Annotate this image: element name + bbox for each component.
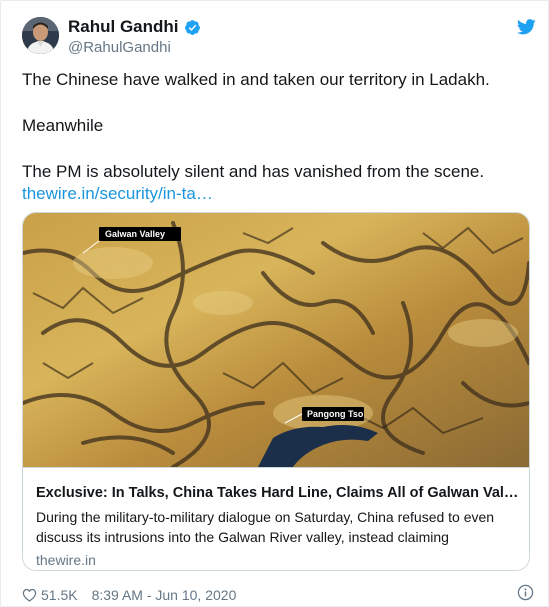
card-domain: thewire.in [36,552,96,568]
info-icon[interactable] [517,584,534,601]
like-count[interactable]: 51.5K [41,587,78,603]
tweet-text: The Chinese have walked in and taken our… [22,69,527,205]
avatar[interactable] [22,17,59,54]
satellite-map-image[interactable]: Galwan Valley Pangong Tso [23,213,529,467]
map-label-pangong: Pangong Tso [307,409,364,419]
link-card[interactable]: Galwan Valley Pangong Tso Exclusive: In … [22,212,530,571]
tweet-line-3: The PM is absolutely silent and has vani… [22,162,485,181]
tweet-line-1: The Chinese have walked in and taken our… [22,70,490,89]
tweet-line-2: Meanwhile [22,116,104,135]
verified-badge-icon [184,19,200,35]
map-label-galwan: Galwan Valley [105,229,165,239]
twitter-bird-icon[interactable] [517,19,536,35]
heart-icon[interactable] [22,588,37,602]
tweet-timestamp[interactable]: 8:39 AM - Jun 10, 2020 [92,587,237,603]
author-name[interactable]: Rahul Gandhi [68,17,201,37]
author-name-text[interactable]: Rahul Gandhi [68,17,179,37]
card-title[interactable]: Exclusive: In Talks, China Takes Hard Li… [36,485,521,501]
card-description: During the military-to-military dialogue… [36,509,495,545]
tweet-footer: 51.5K 8:39 AM - Jun 10, 2020 [22,587,236,603]
tweet-link[interactable]: thewire.in/security/in-ta… [22,184,213,203]
author-handle[interactable]: @RahulGandhi [68,39,171,56]
card-text-area[interactable]: Exclusive: In Talks, China Takes Hard Li… [23,467,529,570]
avatar-photo [22,17,59,54]
tweet-embed: Rahul Gandhi @RahulGandhi The Chinese ha… [0,0,549,607]
